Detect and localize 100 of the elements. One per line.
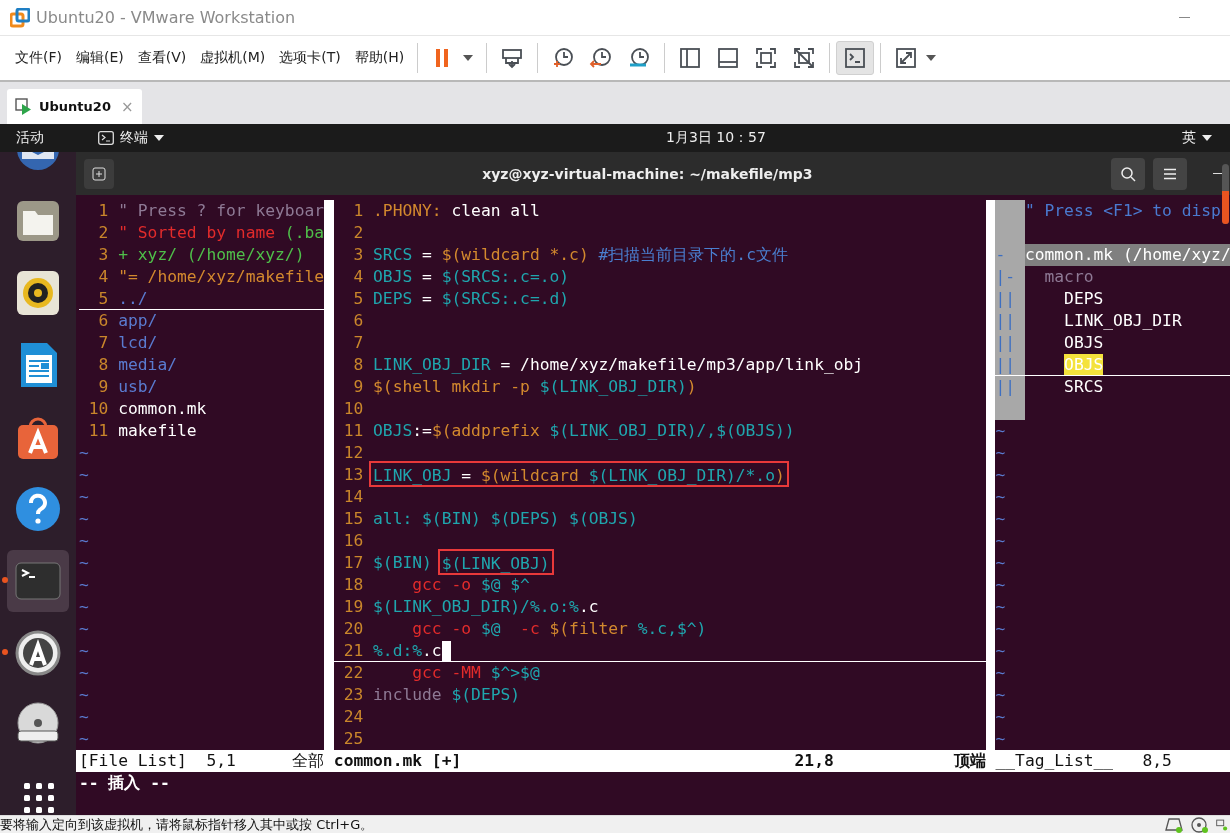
menu-item[interactable]: 文件(F) (8, 45, 69, 71)
sidebar-icon (678, 46, 703, 70)
empty-line-marker: ~ (995, 618, 1006, 640)
code-text: lcd/ (118, 332, 158, 354)
empty-line-marker: ~ (79, 508, 89, 530)
line-number: 23 (342, 684, 364, 706)
empty-line-marker: ~ (79, 442, 89, 464)
update-icon (14, 629, 62, 677)
code-text: " Press ? for keyboar (118, 200, 325, 222)
tag-item[interactable]: OBJS (1064, 332, 1104, 354)
vm-tab[interactable]: Ubuntu20 × (7, 89, 142, 124)
file-name: __Tag_List__ (995, 750, 1114, 772)
line-number: 6 (352, 310, 364, 332)
new-tab-button[interactable] (84, 158, 114, 189)
empty-line-marker: ~ (79, 486, 89, 508)
code-text: " Sorted by name (.ba (118, 222, 325, 244)
line-number: 4 (352, 266, 364, 288)
menu-item[interactable]: 查看(V) (130, 45, 194, 71)
tag-item[interactable]: DEPS (1064, 288, 1104, 310)
menu-item[interactable]: 选项卡(T) (272, 45, 348, 71)
empty-line-marker: ~ (995, 442, 1006, 464)
empty-line-marker: ~ (995, 464, 1006, 486)
line-number: 5 (97, 288, 109, 309)
vm-play-icon (15, 97, 33, 116)
code-text: gcc -o $@ -c $(filter %.c,$^) (411, 618, 707, 640)
empty-line-marker: ~ (995, 728, 1006, 750)
resize-icon (894, 46, 919, 70)
cursor-position: 8,5 (1142, 750, 1172, 772)
crossed-square-icon (792, 46, 817, 70)
fold-cell (995, 200, 1025, 222)
menu-item[interactable]: 虚拟机(M) (193, 45, 273, 71)
empty-line-marker: ~ (995, 640, 1006, 662)
code-text: LINK_OBJ_DIR = /home/xyz/makefile/mp3/app/link_obj (373, 354, 864, 376)
tab-label: Ubuntu20 (39, 99, 111, 114)
input-method-label[interactable]: 英 (1182, 129, 1196, 147)
app-menu-label[interactable]: 终端 (120, 129, 148, 147)
minimize-icon[interactable] (1212, 173, 1223, 174)
activities-label[interactable]: 活动 (16, 129, 44, 147)
empty-line-marker: ~ (79, 464, 89, 486)
empty-line-marker: ~ (995, 596, 1006, 618)
empty-line-marker: ~ (79, 728, 89, 750)
fullscreen-icon (754, 46, 779, 70)
line-number: 14 (342, 486, 364, 508)
line-number: 5 (352, 288, 364, 310)
file-name: [File List] (79, 750, 187, 772)
annotation-box: $(LINK_OBJ) (437, 549, 554, 575)
code-text: $(shell mkdir -p $(LINK_OBJ_DIR)) (373, 376, 697, 398)
menu-item[interactable]: 帮助(H) (347, 45, 412, 71)
line-number: 8 (97, 354, 109, 376)
tag-item[interactable]: LINK_OBJ_DIR (1064, 310, 1182, 332)
menu-item[interactable]: 编辑(E) (69, 45, 131, 71)
empty-line-marker: ~ (79, 662, 89, 684)
code-text: $(LINK_OBJ_DIR)/%.o:%.c (373, 596, 599, 618)
menu-icon (1162, 167, 1177, 180)
line-number: 16 (342, 530, 364, 552)
code-text: makefile (118, 420, 197, 442)
clock[interactable]: 1月3日 10：57 (666, 129, 766, 147)
scroll-position: 顶端 (953, 750, 986, 772)
search-button[interactable] (1110, 157, 1145, 190)
code-text: common.mk (118, 398, 207, 420)
line-number: 10 (342, 398, 364, 420)
line-number: 12 (342, 442, 364, 464)
clock-wrench-icon (627, 46, 652, 70)
line-number: 19 (342, 596, 364, 618)
section-label: macro (1044, 266, 1094, 288)
code-text: $(BIN) (373, 552, 433, 574)
line-number: 8 (352, 354, 364, 376)
line-number: 10 (87, 398, 109, 420)
toolbar-button[interactable] (836, 41, 875, 75)
menu-button[interactable] (1152, 157, 1187, 190)
window-title: Ubuntu20 - VMware Workstation (36, 8, 296, 27)
tag-item[interactable]: SRCS (1064, 376, 1104, 398)
code-text: %.d:%.c (373, 640, 442, 661)
line-number: 2 (352, 222, 364, 244)
fold-cell (995, 398, 1025, 420)
line-number: 7 (352, 332, 364, 354)
empty-line-marker: ~ (995, 706, 1006, 728)
code-text: DEPS = $(SRCS:.c=.d) (373, 288, 570, 310)
line-number: 4 (97, 266, 109, 288)
code-text: include $(DEPS) (373, 684, 521, 706)
terminal-title: xyz@xyz-virtual-machine: ~/makefile/mp3 (481, 165, 814, 182)
scrollbar[interactable] (1221, 164, 1229, 224)
empty-line-marker: ~ (79, 574, 89, 596)
empty-line-marker: ~ (995, 420, 1006, 442)
search-icon (1119, 165, 1136, 182)
fold-cell: - (995, 244, 1025, 266)
line-number: 11 (342, 420, 364, 442)
line-number: 3 (97, 244, 109, 266)
fold-cell: |- (995, 266, 1025, 288)
mode-indicator: -- 插入 -- (79, 773, 170, 792)
code-text: + xyz/ (/home/xyz/) (118, 244, 305, 266)
caret-icon (154, 135, 164, 141)
empty-line-marker: ~ (79, 530, 89, 552)
line-number: 1 (352, 200, 364, 222)
status-message: 要将输入定向到该虚拟机，请将鼠标指针移入其中或按 Ctrl+G。 (0, 815, 375, 833)
code-text: OBJS = $(SRCS:.c=.o) (373, 266, 570, 288)
caret-icon (926, 55, 937, 61)
empty-line-marker: ~ (995, 530, 1006, 552)
line-number: 6 (97, 310, 109, 332)
line-number: 24 (342, 706, 364, 728)
